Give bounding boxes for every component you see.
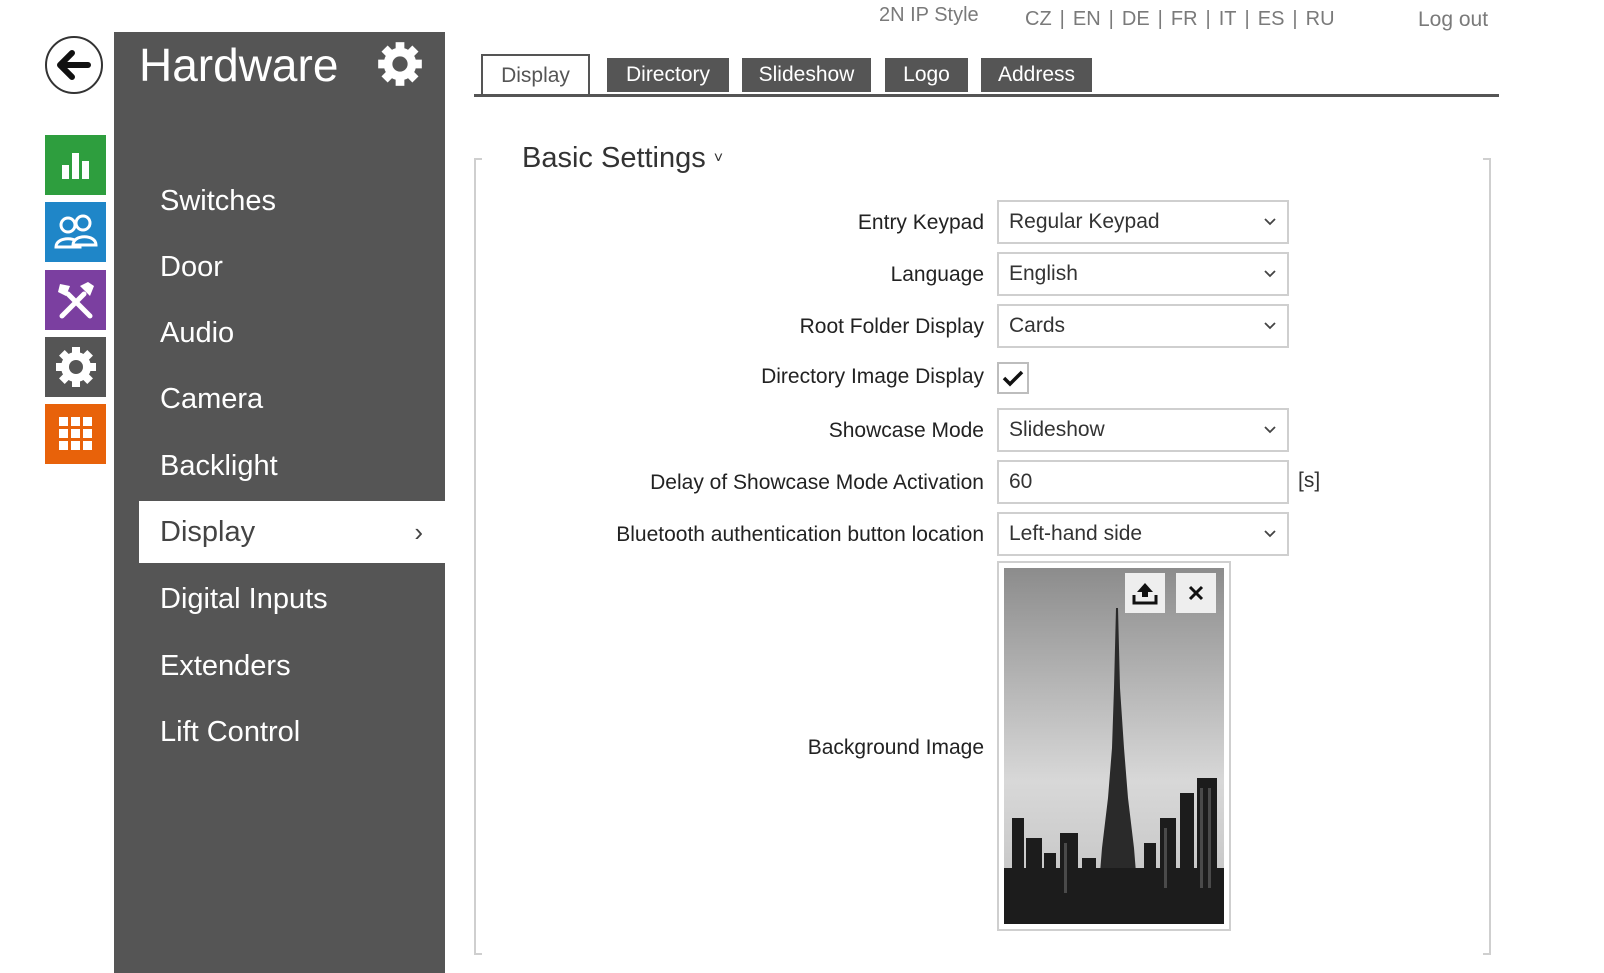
users-icon — [53, 214, 98, 249]
background-image-box — [997, 561, 1231, 931]
lang-separator: | — [1108, 8, 1114, 30]
sidebar-item-label: Camera — [160, 383, 264, 415]
delay-activation-label: Delay of Showcase Mode Activation — [650, 471, 984, 494]
directory-app-button[interactable] — [45, 202, 106, 262]
chevron-down-icon — [1264, 218, 1276, 226]
sidebar-title: Hardware — [139, 39, 339, 91]
arrow-left-icon — [57, 50, 91, 80]
tab-address[interactable]: Address — [981, 58, 1092, 92]
lang-cz[interactable]: CZ — [1025, 8, 1052, 31]
gear-icon — [378, 42, 422, 86]
sidebar-item-label: Display — [160, 516, 256, 548]
basic-settings-toggle[interactable]: Basic Settings ˅ — [522, 142, 723, 175]
lang-de[interactable]: DE — [1122, 8, 1150, 31]
section-frame-corner — [474, 953, 482, 955]
showcase-mode-select[interactable]: Slideshow — [997, 408, 1289, 452]
upload-image-button[interactable] — [1125, 573, 1165, 613]
showcase-mode-value: Slideshow — [1009, 418, 1105, 441]
showcase-mode-label: Showcase Mode — [828, 419, 984, 442]
sidebar-item-display[interactable]: Display › — [139, 501, 445, 563]
language-label: Language — [890, 263, 984, 286]
tab-underline — [474, 94, 1499, 97]
tab-logo[interactable]: Logo — [885, 58, 968, 92]
chevron-down-icon — [1264, 322, 1276, 330]
bt-button-location-select[interactable]: Left-hand side — [997, 512, 1289, 556]
tab-slideshow[interactable]: Slideshow — [742, 58, 871, 92]
entry-keypad-label: Entry Keypad — [857, 211, 984, 234]
sidebar-item-label: Audio — [160, 317, 235, 349]
section-frame-corner — [474, 158, 482, 160]
grid-icon — [58, 417, 92, 450]
lang-separator: | — [1292, 8, 1298, 30]
lang-es[interactable]: ES — [1258, 8, 1285, 31]
entry-keypad-value: Regular Keypad — [1009, 210, 1160, 233]
status-app-button[interactable] — [45, 135, 106, 195]
sidebar-item-extenders[interactable]: Extenders — [139, 635, 445, 697]
delay-unit: [s] — [1298, 469, 1321, 492]
back-button[interactable] — [45, 36, 103, 94]
lang-en[interactable]: EN — [1073, 8, 1101, 31]
sidebar-item-switches[interactable]: Switches — [139, 170, 445, 232]
tab-display[interactable]: Display — [481, 54, 590, 96]
sidebar-item-audio[interactable]: Audio — [139, 302, 445, 364]
lang-separator: | — [1157, 8, 1163, 30]
entry-keypad-select[interactable]: Regular Keypad — [997, 200, 1289, 244]
sidebar-item-digital-inputs[interactable]: Digital Inputs — [139, 568, 445, 630]
background-image-preview — [1004, 568, 1224, 924]
language-switcher: CZ | EN | DE | FR | IT | ES | RU — [1025, 8, 1335, 31]
bt-button-location-value: Left-hand side — [1009, 522, 1143, 545]
root-folder-display-select[interactable]: Cards — [997, 304, 1289, 348]
sidebar-item-camera[interactable]: Camera — [139, 368, 445, 430]
section-frame-left — [474, 158, 476, 955]
language-value: English — [1009, 262, 1078, 285]
close-icon — [1188, 585, 1204, 601]
section-frame-corner — [1483, 953, 1491, 955]
background-image-label: Background Image — [807, 736, 984, 759]
sidebar-item-label: Backlight — [160, 450, 278, 482]
lang-separator: | — [1059, 8, 1065, 30]
remove-image-button[interactable] — [1176, 573, 1216, 613]
tab-directory[interactable]: Directory — [607, 58, 729, 92]
lang-separator: | — [1205, 8, 1211, 30]
lang-it[interactable]: IT — [1219, 8, 1237, 31]
chevron-down-icon — [1264, 426, 1276, 434]
directory-image-display-checkbox[interactable] — [997, 362, 1029, 394]
sidebar-item-label: Lift Control — [160, 716, 301, 748]
upload-icon — [1132, 583, 1158, 605]
checkmark-icon — [1002, 370, 1024, 387]
language-select[interactable]: English — [997, 252, 1289, 296]
sidebar-item-label: Digital Inputs — [160, 583, 328, 615]
logout-link[interactable]: Log out — [1418, 8, 1488, 32]
root-folder-display-value: Cards — [1009, 314, 1066, 337]
sidebar-item-door[interactable]: Door — [139, 236, 445, 298]
sidebar-item-label: Extenders — [160, 650, 291, 682]
sidebar-item-lift-control[interactable]: Lift Control — [139, 701, 445, 763]
services-app-button[interactable] — [45, 404, 106, 464]
chevron-down-icon — [1264, 270, 1276, 278]
root-folder-display-label: Root Folder Display — [799, 315, 984, 338]
delay-activation-value: 60 — [1009, 470, 1033, 493]
chevron-down-icon: ˅ — [713, 150, 724, 168]
tools-icon — [57, 282, 94, 319]
chevron-right-icon: › — [414, 517, 423, 547]
directory-image-display-label: Directory Image Display — [761, 365, 984, 388]
delay-activation-input[interactable]: 60 — [997, 460, 1289, 504]
settings-gear-button[interactable] — [376, 40, 424, 88]
style-link[interactable]: 2N IP Style — [879, 4, 979, 27]
bar-chart-icon — [61, 153, 89, 179]
section-title: Basic Settings — [522, 142, 706, 174]
sidebar-item-label: Door — [160, 251, 223, 283]
lang-separator: | — [1244, 8, 1250, 30]
chevron-down-icon — [1264, 530, 1276, 538]
lang-fr[interactable]: FR — [1171, 8, 1198, 31]
hardware-app-button[interactable] — [45, 270, 106, 330]
section-frame-right — [1489, 158, 1491, 955]
system-app-button[interactable] — [45, 337, 106, 397]
sidebar-item-label: Switches — [160, 185, 277, 217]
lang-ru[interactable]: RU — [1306, 8, 1335, 31]
bt-button-location-label: Bluetooth authentication button location — [616, 523, 984, 546]
gear-icon — [55, 347, 96, 387]
sidebar-item-backlight[interactable]: Backlight — [139, 435, 445, 497]
section-frame-corner — [1483, 158, 1491, 160]
